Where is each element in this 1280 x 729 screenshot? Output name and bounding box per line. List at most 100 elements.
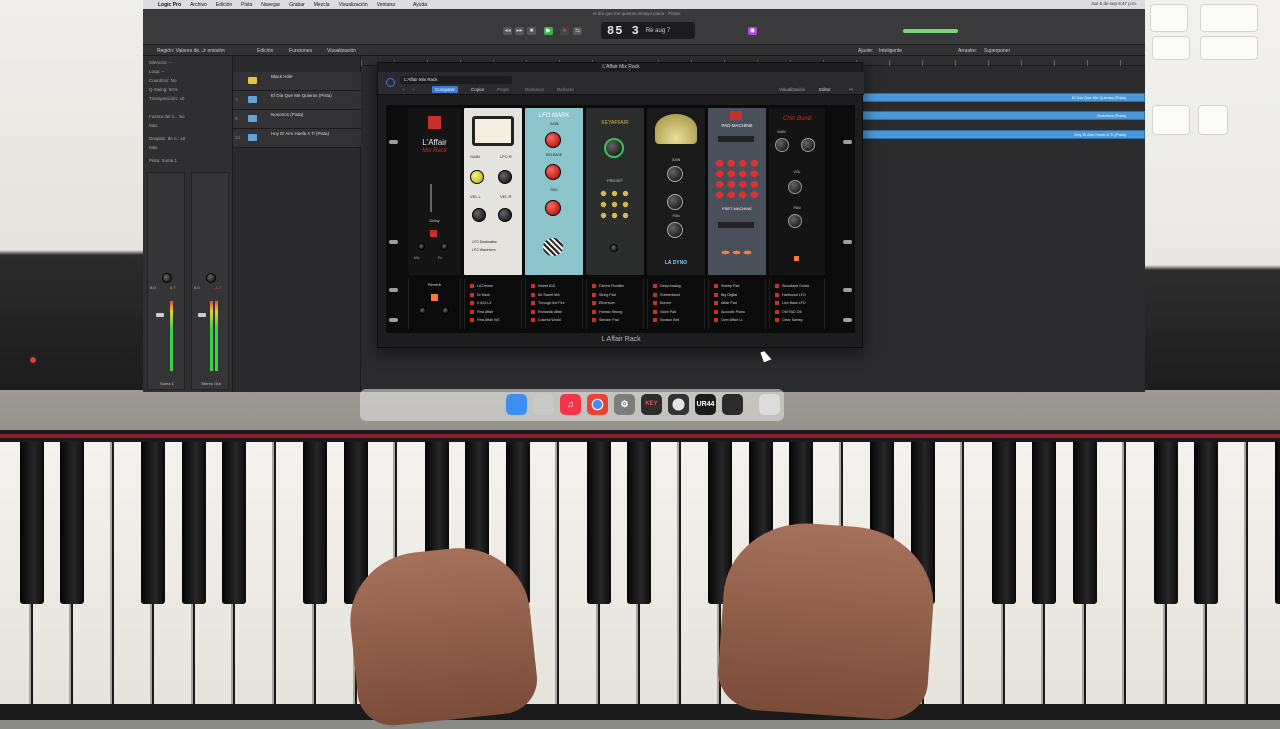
- preset-item[interactable]: Big Digital: [714, 291, 745, 300]
- preset-item[interactable]: Through the Fire: [531, 299, 565, 308]
- inspector-row[interactable]: Loop: --: [149, 69, 165, 74]
- preset-item[interactable]: Affair Pad: [714, 299, 745, 308]
- preset-item[interactable]: X 813 L4: [470, 299, 500, 308]
- menu-navigate[interactable]: Navegar: [261, 2, 280, 8]
- record-button[interactable]: ●: [560, 27, 569, 35]
- vel-r-knob[interactable]: [498, 208, 512, 222]
- black-key[interactable]: [587, 442, 611, 604]
- black-key[interactable]: [141, 442, 165, 604]
- mix-knob[interactable]: [418, 243, 425, 250]
- preset-item[interactable]: Sweet 815: [531, 282, 565, 291]
- module-label[interactable]: LFO Destination: [472, 240, 497, 244]
- play-button[interactable]: ▶: [544, 27, 553, 35]
- functions-menu[interactable]: Funciones: [289, 48, 312, 54]
- preset-item[interactable]: Acoustic Piano: [714, 308, 745, 317]
- inspector-row[interactable]: Mas: [149, 123, 158, 128]
- view-menu[interactable]: Visualización: [327, 48, 356, 54]
- track-name[interactable]: Nosotros (Pista): [271, 112, 303, 117]
- lcd-display[interactable]: 85 3 Re aug 7: [601, 22, 695, 39]
- forward-button[interactable]: ▸▸: [515, 27, 524, 35]
- lfo-rate-knob[interactable]: [498, 170, 512, 184]
- small-knob[interactable]: [610, 244, 618, 252]
- pan-knob[interactable]: [206, 273, 216, 283]
- audio-region[interactable]: El Día Que Me Quieras (Pista): [861, 93, 1145, 102]
- chrome-icon[interactable]: [587, 394, 608, 415]
- gain-knob[interactable]: [545, 132, 561, 148]
- next-preset-icon[interactable]: ›: [410, 86, 418, 93]
- paste-button[interactable]: Pegar: [494, 86, 512, 93]
- preset-item[interactable]: Colorful World: [531, 316, 565, 325]
- finder-icon[interactable]: [506, 394, 527, 415]
- rewind-button[interactable]: ◂◂: [503, 27, 512, 35]
- volume-fader[interactable]: [156, 313, 164, 317]
- reverb-toggle[interactable]: [431, 294, 438, 301]
- inspector-row[interactable]: Cuantizar: No: [149, 78, 177, 83]
- menu-mix[interactable]: Mezcla: [314, 2, 330, 8]
- pan-knob[interactable]: [162, 273, 172, 283]
- menu-window[interactable]: Ventana: [377, 2, 395, 8]
- snap-select[interactable]: Inteligente: [879, 48, 902, 54]
- audio-region[interactable]: Hoy El Aire Huele A Ti (Pista): [861, 130, 1145, 139]
- black-key[interactable]: [627, 442, 651, 604]
- count-in-icon[interactable]: ◉: [748, 27, 757, 35]
- inspector-row[interactable]: Q-Swing: 50%: [149, 87, 178, 92]
- vel-l-knob[interactable]: [472, 208, 486, 222]
- inspector-row[interactable]: Transposición: ±0: [149, 96, 184, 101]
- preset-item[interactable]: Sweep Pad: [714, 282, 745, 291]
- preset-item[interactable]: Mr Sweet Mix: [531, 291, 565, 300]
- fx-knob[interactable]: [441, 243, 448, 250]
- menu-app[interactable]: Logic Pro: [158, 2, 181, 8]
- volume-knob[interactable]: [788, 180, 802, 194]
- pad-slider[interactable]: [718, 136, 754, 142]
- black-key[interactable]: [303, 442, 327, 604]
- preset-item[interactable]: Voice Pad: [653, 308, 681, 317]
- master-volume-slider[interactable]: [903, 29, 958, 33]
- comp-knob[interactable]: [667, 194, 683, 210]
- track-name[interactable]: Black Hole: [271, 74, 293, 79]
- menu-edit[interactable]: Edición: [216, 2, 232, 8]
- menu-view[interactable]: Visualización: [339, 2, 368, 8]
- drag-select[interactable]: Superponer: [984, 48, 1010, 54]
- main-knob[interactable]: [604, 138, 624, 158]
- inspector-row[interactable]: Más: [149, 145, 158, 150]
- gain-knob[interactable]: [470, 170, 484, 184]
- ur44-icon[interactable]: UR44: [695, 394, 716, 415]
- inspector-row[interactable]: Fuerza del ti... No: [149, 114, 185, 119]
- preset-item[interactable]: Dr Mark: [470, 291, 500, 300]
- undo-button[interactable]: Deshacer: [522, 86, 547, 93]
- preset-item[interactable]: String Pad: [592, 291, 624, 300]
- black-key[interactable]: [20, 442, 44, 604]
- reverb-slider[interactable]: [430, 184, 432, 212]
- preset-item[interactable]: First Affair W2: [470, 316, 500, 325]
- redo-button[interactable]: Rehacer: [554, 86, 577, 93]
- inspector-row[interactable]: Silenciar: --: [149, 60, 172, 65]
- power-icon[interactable]: [386, 78, 395, 87]
- compare-button[interactable]: Comparar: [432, 86, 458, 93]
- activity-icon[interactable]: [722, 394, 743, 415]
- menu-track[interactable]: Pista: [241, 2, 252, 8]
- preset-item[interactable]: Harbound LFO: [775, 291, 809, 300]
- black-key[interactable]: [1154, 442, 1178, 604]
- preset-item[interactable]: Ethereum: [592, 299, 624, 308]
- preset-item[interactable]: Clear Sweep: [775, 316, 809, 325]
- editor-select[interactable]: Editor: [816, 86, 834, 93]
- launchpad-icon[interactable]: [533, 394, 554, 415]
- black-key[interactable]: [992, 442, 1016, 604]
- gain-knob[interactable]: [667, 166, 683, 182]
- preset-item[interactable]: Deep Analog: [653, 282, 681, 291]
- pan-knob[interactable]: [667, 222, 683, 238]
- module-label[interactable]: LFO Waveform: [472, 248, 496, 252]
- black-key[interactable]: [222, 442, 246, 604]
- menu-help[interactable]: Ayuda: [413, 2, 427, 8]
- track-header[interactable]: 14 Hoy El Aire Huele A Ti (Pista): [233, 129, 361, 148]
- delay-button[interactable]: [430, 230, 437, 237]
- audio-region[interactable]: Nosotros (Pista): [861, 111, 1145, 120]
- pan-knob[interactable]: [545, 200, 561, 216]
- track-header[interactable]: 9 Nosotros (Pista): [233, 110, 361, 129]
- trash-icon[interactable]: [759, 394, 780, 415]
- settings-icon[interactable]: ⚙: [614, 394, 635, 415]
- pad-grid[interactable]: [714, 158, 760, 200]
- release-knob[interactable]: [545, 164, 561, 180]
- view-button[interactable]: Visualización: [776, 86, 808, 93]
- region-inspector-title[interactable]: Región: Valores de...ir omisión: [157, 48, 225, 54]
